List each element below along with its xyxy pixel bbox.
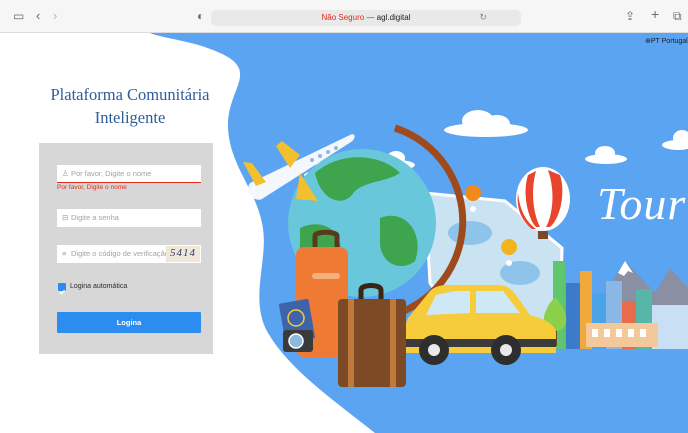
reload-icon[interactable]: ↻ (479, 12, 487, 23)
login-panel: ♙ Por favor, Digite o nome Por favor, Di… (39, 143, 213, 354)
lock-icon: ⊟ (62, 213, 69, 222)
camera (283, 330, 313, 352)
new-tab-icon[interactable]: + (651, 7, 659, 21)
brown-suitcase (338, 283, 406, 387)
tab-overview-icon[interactable]: ⧉ (673, 9, 682, 23)
sidebar-toggle-icon[interactable]: ▭ (13, 9, 24, 23)
forward-icon[interactable]: › (53, 9, 57, 23)
language-selector[interactable]: ⊕PT Portugal (645, 37, 688, 45)
captcha-field[interactable]: ≡ Digite o código de verificação 5414 (57, 245, 201, 263)
captcha-image[interactable]: 5414 (166, 246, 200, 262)
url-host: agl.digital (376, 13, 411, 22)
shield-icon: ≡ (62, 249, 67, 258)
login-button[interactable]: Logina (57, 312, 201, 333)
password-field[interactable]: ⊟ Digite a senha (57, 209, 201, 227)
share-icon[interactable]: ⇪ (625, 9, 635, 23)
username-error-message: Por favor, Digite o nome (57, 184, 127, 191)
back-icon[interactable]: ‹ (36, 9, 40, 23)
page: Touris ⊕PT Portugal Plataforma Comunitár… (0, 33, 688, 433)
banner-script-text: Touris (597, 178, 688, 229)
browser-toolbar: ▭ ‹ › ◐ Não Seguro — agl.digital ↻ ⇪ + ⧉ (0, 0, 688, 33)
checkmark-icon (59, 289, 65, 295)
address-bar[interactable]: Não Seguro — agl.digital ↻ (211, 10, 521, 26)
username-field[interactable]: ♙ Por favor, Digite o nome (57, 165, 201, 183)
insecure-label: Não Seguro (321, 13, 365, 22)
auto-login-label: Logina automática (70, 283, 128, 290)
privacy-shield-icon[interactable]: ◐ (197, 9, 204, 23)
user-icon: ♙ (62, 169, 69, 178)
auto-login-checkbox[interactable] (58, 283, 66, 295)
page-title: Plataforma Comunitária Inteligente (50, 85, 210, 127)
